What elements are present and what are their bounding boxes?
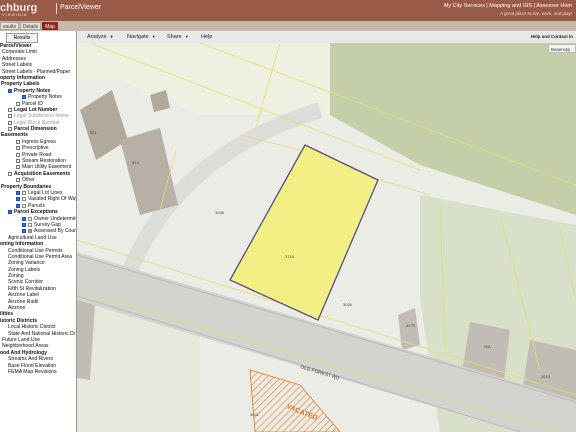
checkbox-checked-icon[interactable] — [16, 190, 20, 195]
tab-results[interactable]: esults — [0, 22, 19, 30]
basemap-toggle[interactable]: Basemap — [548, 44, 576, 53]
analyze-label: Analyze — [87, 34, 107, 40]
parcel-label: N/A — [484, 344, 491, 349]
checkbox-icon[interactable] — [8, 127, 12, 132]
parcel-label: 3038 — [215, 210, 225, 215]
parcel-label: 3010 — [541, 374, 551, 379]
checkbox-checked-icon[interactable] — [22, 216, 26, 221]
parcel-label: 3041 — [250, 412, 260, 417]
checkbox-checked-icon[interactable] — [8, 210, 12, 215]
app-title: ParcelViewer — [60, 4, 102, 11]
parcel-label: 913 — [132, 160, 139, 165]
app-header: chburg VIRGINIA ParcelViewer My City Ser… — [0, 0, 576, 21]
layer-list-panel: Results ParcelViewer Corporate Limit Addre… — [0, 31, 77, 432]
checkbox-icon[interactable] — [16, 152, 20, 157]
legend-swatch-icon — [22, 197, 26, 202]
tab-map[interactable]: Map — [42, 22, 58, 30]
share-menu[interactable]: Share ▼ — [167, 33, 189, 41]
checkbox-checked-icon[interactable] — [16, 197, 20, 202]
navigate-label: Navigate — [127, 34, 149, 40]
chevron-down-icon: ▼ — [151, 34, 156, 39]
legend-swatch-icon — [28, 222, 32, 227]
help-contact-link[interactable]: Help and Contact In — [531, 33, 573, 41]
checkbox-checked-icon[interactable] — [16, 203, 20, 208]
help-button[interactable]: Help — [201, 33, 212, 41]
checkbox-icon[interactable] — [16, 178, 20, 183]
checkbox-icon[interactable] — [8, 171, 12, 176]
checkbox-icon[interactable] — [16, 165, 20, 170]
checkbox-icon[interactable] — [8, 120, 12, 125]
chevron-down-icon: ▼ — [109, 34, 114, 39]
share-label: Share — [167, 34, 182, 40]
layer-item[interactable]: FEMA Map Revisions — [0, 369, 76, 375]
checkbox-icon[interactable] — [8, 107, 12, 112]
results-tab[interactable]: Results — [6, 33, 38, 43]
tab-details[interactable]: Details — [20, 22, 41, 30]
parcel-label: 3026 — [343, 302, 353, 307]
checkbox-checked-icon[interactable] — [22, 222, 26, 227]
navigate-menu[interactable]: Navigate ▼ — [127, 33, 156, 41]
brand-subtitle: VIRGINIA — [2, 12, 28, 17]
parcel-label: 3715 — [285, 254, 295, 259]
parcel-label: 921 — [90, 130, 97, 135]
checkbox-icon[interactable] — [16, 159, 20, 164]
checkbox-icon[interactable] — [16, 146, 20, 151]
layer-tree: ParcelViewer Corporate Limit Addresses Stre… — [0, 43, 76, 375]
view-tabs: esults Details Map — [0, 21, 576, 31]
checkbox-checked-icon[interactable] — [8, 88, 12, 93]
parcel-label: 3073 — [406, 323, 416, 328]
legend-swatch-icon — [22, 190, 26, 195]
checkbox-icon[interactable] — [16, 139, 20, 144]
brand-divider — [56, 3, 57, 14]
checkbox-checked-icon[interactable] — [22, 95, 26, 100]
header-links[interactable]: My City Services | Mapping and GIS | Ass… — [444, 3, 572, 9]
checkbox-checked-icon[interactable] — [22, 229, 26, 234]
legend-swatch-icon — [28, 216, 32, 221]
city-logo[interactable]: chburg VIRGINIA — [0, 2, 37, 17]
checkbox-icon[interactable] — [16, 101, 20, 106]
legend-swatch-icon — [28, 229, 32, 234]
chevron-down-icon: ▼ — [184, 34, 189, 39]
header-tagline: A great place to live, work, and play! — [499, 11, 572, 16]
layer-label: FEMA Map Revisions — [8, 368, 57, 375]
analyze-menu[interactable]: Analyze ▼ — [87, 33, 114, 41]
map-canvas[interactable]: 921 913 3038 3715 3026 3073 N/A 3010 304… — [77, 43, 576, 432]
checkbox-icon[interactable] — [8, 114, 12, 119]
legend-swatch-icon — [22, 203, 26, 208]
